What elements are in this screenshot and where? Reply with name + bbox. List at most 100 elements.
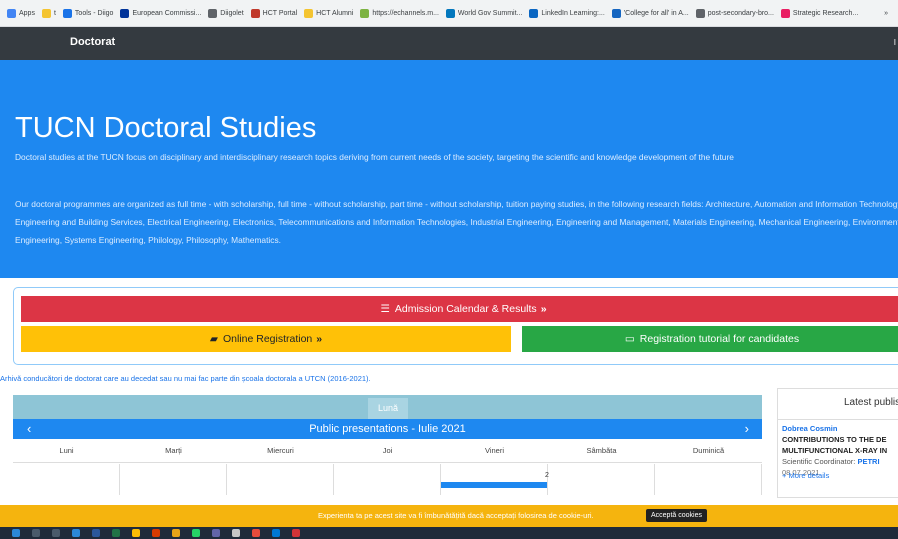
archive-link[interactable]: Arhivă conducători de doctorat care au d… [0, 374, 371, 383]
presentations-calendar: Lună ‹ Public presentations - Iulie 2021… [13, 395, 762, 495]
weekday-label: Luni [59, 446, 74, 455]
day-cell[interactable] [120, 464, 227, 495]
bookmark-item[interactable]: European Commissi... [120, 8, 201, 18]
online-registration-button[interactable]: ▰ Online Registration » [21, 326, 511, 352]
apps-grid-icon [7, 8, 16, 18]
list-icon: ☰ [380, 303, 390, 315]
weekday-label: Sâmbăta [586, 446, 617, 455]
bookmark-item[interactable]: Apps [7, 8, 35, 18]
bookmark-item[interactable]: Tools - Diigo [62, 8, 114, 18]
bookmark-label: https://echannels.m... [372, 9, 439, 17]
echannels-icon [360, 8, 370, 18]
bookmark-label: Strategic Research... [792, 9, 859, 17]
teams-icon[interactable] [212, 529, 220, 537]
hct-icon [250, 8, 260, 18]
next-month-icon[interactable]: › [745, 421, 749, 436]
bookmark-item[interactable]: t [41, 8, 56, 18]
calendar-week-row: 2 [13, 464, 762, 495]
eu-flag-icon [120, 8, 130, 18]
linkedin-icon [529, 8, 539, 18]
diigo-icon [62, 8, 72, 18]
bookmark-item[interactable]: Diigolet [208, 8, 244, 18]
search-icon[interactable] [32, 529, 40, 537]
calendar-view-bar: Lună [13, 395, 762, 419]
bookmark-item[interactable]: post-secondary-bro... [695, 8, 774, 18]
weekday-label: Miercuri [267, 446, 294, 455]
day-cell[interactable] [227, 464, 334, 495]
admission-calendar-button[interactable]: ☰ Admission Calendar & Results » [21, 296, 898, 322]
task-view-icon[interactable] [52, 529, 60, 537]
calculator-icon[interactable] [232, 529, 240, 537]
bookmark-label: Diigolet [220, 9, 244, 17]
hero-intro: Doctoral studies at the TUCN focus on di… [15, 152, 734, 162]
bookmark-label: HCT Alumni [316, 9, 354, 17]
edge-icon[interactable] [72, 529, 80, 537]
whatsapp-icon[interactable] [192, 529, 200, 537]
coordinator-name[interactable]: PETRI [857, 457, 879, 466]
day-cell[interactable] [548, 464, 655, 495]
latest-publications: Latest publis Dobrea Cosmin CONTRIBUTION… [777, 388, 898, 498]
cookie-banner: Experienta ta pe acest site va fi îmbună… [0, 505, 898, 527]
publication-author[interactable]: Dobrea Cosmin [782, 423, 898, 434]
registration-tutorial-button[interactable]: ▭ Registration tutorial for candidates [522, 326, 898, 352]
calendar-header: ‹ Public presentations - Iulie 2021 › [13, 419, 762, 439]
folder-open-icon: ▰ [209, 333, 218, 345]
hero-jumbotron: TUCN Doctoral Studies Doctoral studies a… [0, 60, 898, 278]
double-chevron-icon: » [540, 303, 547, 315]
day-cell[interactable] [334, 464, 441, 495]
latest-heading: Latest publis [844, 397, 898, 408]
globe-icon [208, 8, 218, 18]
file-explorer-icon[interactable] [172, 529, 180, 537]
publication-title-line1: CONTRIBUTIONS TO THE DE [782, 435, 887, 444]
media-icon[interactable] [252, 529, 260, 537]
bookmark-item[interactable]: World Gov Summit... [445, 8, 523, 18]
weekday-label: Joi [382, 446, 393, 455]
navbar-brand[interactable]: Doctorat [70, 36, 115, 48]
bookmark-label: LinkedIn Learning:... [541, 9, 605, 17]
registration-tutorial-label: Registration tutorial for candidates [639, 333, 800, 345]
windows-start-icon[interactable] [12, 529, 20, 537]
site-navbar: Doctorat I [0, 27, 898, 60]
folder-icon [41, 8, 51, 18]
bookmarks-bar: Apps t Tools - Diigo European Commissi... Di… [0, 0, 898, 27]
chalkboard-icon: ▭ [624, 333, 635, 345]
publication-card: Dobrea Cosmin CONTRIBUTIONS TO THE DE MU… [778, 419, 898, 497]
chrome-icon[interactable] [132, 529, 140, 537]
bookmark-item[interactable]: Strategic Research... [780, 8, 859, 18]
save-icon[interactable] [272, 529, 280, 537]
strategic-icon [780, 8, 790, 18]
day-cell[interactable] [13, 464, 120, 495]
bookmark-label: HCT Portal [262, 9, 298, 17]
page-title: TUCN Doctoral Studies [15, 112, 317, 144]
bookmark-item[interactable]: HCT Portal [250, 8, 298, 18]
bookmark-item[interactable]: HCT Alumni [304, 8, 354, 18]
app-icon[interactable] [292, 529, 300, 537]
bookmarks-overflow-icon[interactable]: » [884, 10, 888, 17]
office-icon[interactable] [152, 529, 160, 537]
excel-icon[interactable] [112, 529, 120, 537]
accept-cookies-button[interactable]: Acceptă cookies [646, 509, 707, 522]
bookmark-item[interactable]: 'College for all' in A... [611, 8, 689, 18]
calendar-title: Public presentations - Iulie 2021 [309, 423, 466, 435]
weekday-label: Duminică [692, 446, 725, 455]
tab-month[interactable]: Lună [368, 398, 408, 419]
bookmark-label: Tools - Diigo [74, 9, 114, 17]
publication-coordinator: Scientific Coordinator: PETRI [782, 456, 898, 467]
day-cell[interactable]: 2 [441, 464, 549, 495]
bookmark-item[interactable]: LinkedIn Learning:... [529, 8, 605, 18]
navbar-edge-item[interactable]: I [894, 38, 896, 47]
coordinator-label: Scientific Coordinator: [782, 457, 856, 466]
bookmark-label: World Gov Summit... [457, 9, 523, 17]
bookmark-label: t [53, 9, 56, 17]
word-icon[interactable] [92, 529, 100, 537]
folder-icon [304, 8, 314, 18]
bookmark-label: 'College for all' in A... [623, 9, 689, 17]
calendar-event[interactable] [441, 482, 547, 488]
bookmark-item[interactable]: https://echannels.m... [360, 8, 439, 18]
day-cell[interactable] [655, 464, 762, 495]
bookmark-label: Apps [19, 9, 35, 17]
double-chevron-icon: » [316, 333, 323, 345]
globe-icon [695, 8, 705, 18]
cookie-message: Experienta ta pe acest site va fi îmbună… [318, 511, 594, 520]
more-details-link[interactable]: + More details [782, 471, 829, 480]
